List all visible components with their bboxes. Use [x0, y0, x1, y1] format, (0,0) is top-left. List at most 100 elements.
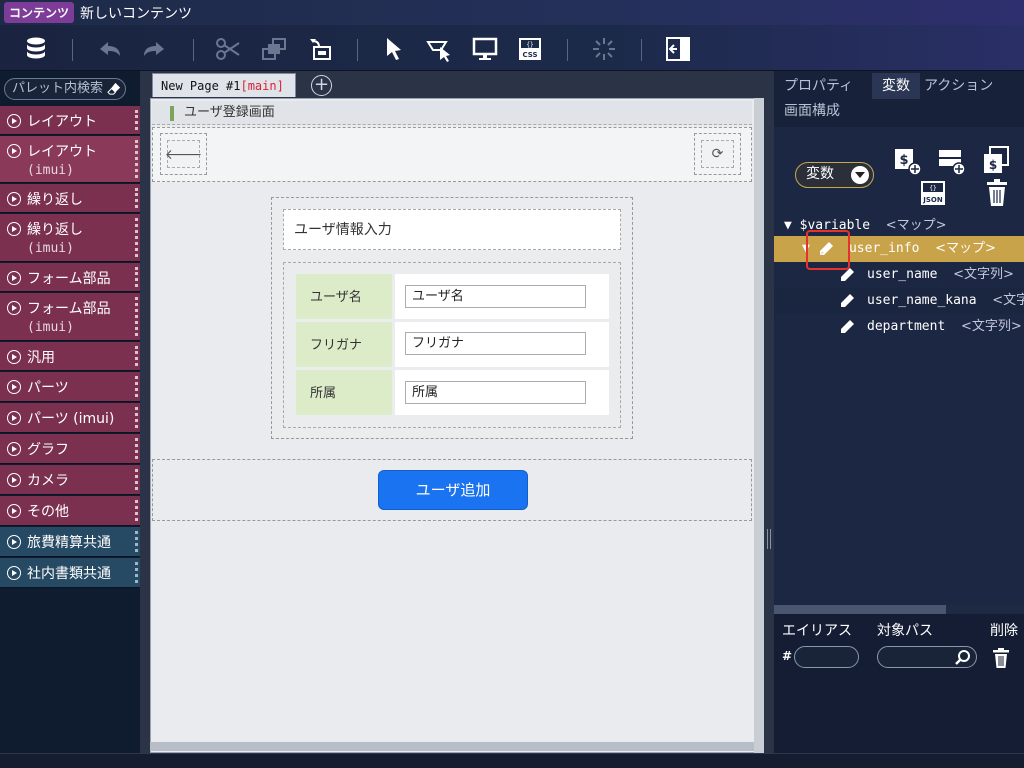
drag-handle[interactable]: [135, 376, 138, 397]
tab-new-page[interactable]: New Page #1[main]: [152, 73, 296, 97]
target-path-input[interactable]: [877, 646, 977, 668]
edit-pencil-icon[interactable]: [838, 292, 856, 310]
paste-icon[interactable]: [304, 33, 336, 65]
drag-handle[interactable]: [135, 562, 138, 583]
undo-icon[interactable]: [94, 33, 126, 65]
tree-horizontal-scrollbar[interactable]: [774, 605, 1024, 614]
palette-item-repeat-imui[interactable]: 繰り返し (imui): [0, 214, 140, 262]
json-icon[interactable]: {} JSON: [918, 178, 948, 208]
copy-icon[interactable]: [258, 33, 290, 65]
play-icon: [7, 504, 21, 518]
redo-icon[interactable]: [138, 33, 170, 65]
palette-item-layout-imui[interactable]: レイアウト (imui): [0, 136, 140, 183]
tab-actions[interactable]: アクション: [914, 73, 1003, 99]
scrollbar-thumb[interactable]: [774, 605, 946, 614]
palette-item-form-parts[interactable]: フォーム部品: [0, 263, 140, 292]
expand-arrow-icon[interactable]: ▼: [784, 218, 800, 233]
trash-icon[interactable]: [982, 178, 1012, 208]
palette-item-travel-expense[interactable]: 旅費精算共通: [0, 527, 140, 557]
drag-handle[interactable]: [135, 297, 138, 336]
title-mark: [170, 106, 174, 121]
cut-icon[interactable]: [212, 33, 244, 65]
search-icon[interactable]: [954, 649, 971, 666]
tree-row-department[interactable]: department <文字列>: [774, 314, 1024, 340]
tree-row-user-name[interactable]: user_name <文字列>: [774, 262, 1024, 288]
select-icon[interactable]: [378, 33, 410, 65]
palette-item-label: 繰り返し: [27, 222, 83, 238]
tree-name: user_info: [848, 241, 920, 256]
horizontal-scrollbar[interactable]: [150, 742, 754, 751]
variable-type-select[interactable]: 変数: [795, 162, 874, 188]
palette-item-repeat[interactable]: 繰り返し: [0, 184, 140, 213]
palette-item-sublabel: (imui): [27, 163, 74, 178]
preview-icon[interactable]: [469, 33, 501, 65]
svg-text:JSON: JSON: [922, 196, 943, 204]
palette-item-other[interactable]: その他: [0, 496, 140, 526]
play-icon: [7, 473, 21, 487]
palette-item-label: レイアウト: [27, 114, 97, 130]
palette-item-camera[interactable]: カメラ: [0, 465, 140, 495]
palette-search-input[interactable]: パレット内検索: [4, 78, 126, 100]
database-icon[interactable]: [20, 33, 52, 65]
vertical-scrollbar[interactable]: [754, 98, 764, 753]
drag-handle[interactable]: [135, 140, 138, 178]
username-input[interactable]: ユーザ名: [405, 285, 586, 308]
add-user-button[interactable]: ユーザ追加: [378, 470, 528, 510]
play-icon: [7, 535, 21, 549]
toolbar-separator: [193, 39, 194, 61]
panel-splitter[interactable]: [764, 71, 774, 768]
drag-handle[interactable]: [135, 531, 138, 552]
back-button[interactable]: 🡐: [160, 133, 207, 175]
drag-handle[interactable]: [135, 110, 138, 130]
css-icon[interactable]: {} CSS: [514, 33, 546, 65]
alias-trash-icon[interactable]: [991, 647, 1011, 669]
tree-type: <マップ>: [885, 218, 947, 233]
tab-properties[interactable]: プロパティ: [774, 73, 863, 99]
palette-item-parts[interactable]: パーツ: [0, 372, 140, 402]
edit-pencil-icon[interactable]: [838, 266, 856, 284]
field-label-username: ユーザ名: [296, 274, 392, 319]
palette-item-parts-imui[interactable]: パーツ (imui): [0, 403, 140, 433]
form-title[interactable]: ユーザ情報入力: [283, 209, 621, 250]
edit-pencil-icon[interactable]: [838, 318, 856, 336]
drag-handle[interactable]: [135, 407, 138, 428]
status-bar: [0, 753, 1024, 768]
add-storage-icon[interactable]: [937, 147, 967, 177]
palette-item-general[interactable]: 汎用: [0, 342, 140, 371]
tab-screen-structure[interactable]: 画面構成: [784, 100, 840, 120]
drag-handle[interactable]: [135, 438, 138, 459]
drag-handle[interactable]: [135, 346, 138, 366]
drag-handle[interactable]: [135, 500, 138, 521]
drag-handle[interactable]: [135, 188, 138, 208]
panel-icon[interactable]: [662, 33, 694, 65]
palette-item-layout[interactable]: レイアウト: [0, 106, 140, 135]
hover-select-icon[interactable]: [423, 33, 455, 65]
play-icon: [7, 411, 21, 425]
copy-variable-icon[interactable]: $: [981, 145, 1011, 175]
palette-item-graph[interactable]: グラフ: [0, 434, 140, 464]
loading-icon[interactable]: [588, 33, 620, 65]
department-input[interactable]: 所属: [405, 381, 586, 404]
drag-handle[interactable]: [135, 267, 138, 287]
tree-row-user-name-kana[interactable]: user_name_kana <文字列>: [774, 288, 1024, 314]
drag-handle[interactable]: [135, 469, 138, 490]
svg-text:{}: {}: [929, 185, 936, 192]
kana-input[interactable]: フリガナ: [405, 332, 586, 355]
field-label-kana: フリガナ: [296, 322, 392, 367]
add-tab-icon[interactable]: +: [311, 75, 332, 96]
field-label-department: 所属: [296, 370, 392, 415]
palette-item-internal-docs[interactable]: 社内書類共通: [0, 558, 140, 588]
reload-button[interactable]: ⟳: [694, 133, 741, 175]
tab-variables[interactable]: 変数: [872, 73, 920, 99]
page-title[interactable]: ユーザ登録画面: [152, 101, 752, 125]
drag-handle[interactable]: [135, 218, 138, 257]
splitter-grip[interactable]: [767, 529, 771, 549]
palette-item-form-parts-imui[interactable]: フォーム部品 (imui): [0, 293, 140, 341]
eraser-icon[interactable]: [107, 81, 122, 96]
alias-input[interactable]: [794, 646, 859, 668]
content-badge: コンテンツ: [4, 2, 75, 23]
header-band[interactable]: [152, 127, 752, 182]
add-variable-icon[interactable]: $: [893, 147, 923, 177]
svg-text:{}: {}: [526, 42, 533, 49]
svg-text:CSS: CSS: [522, 51, 537, 59]
